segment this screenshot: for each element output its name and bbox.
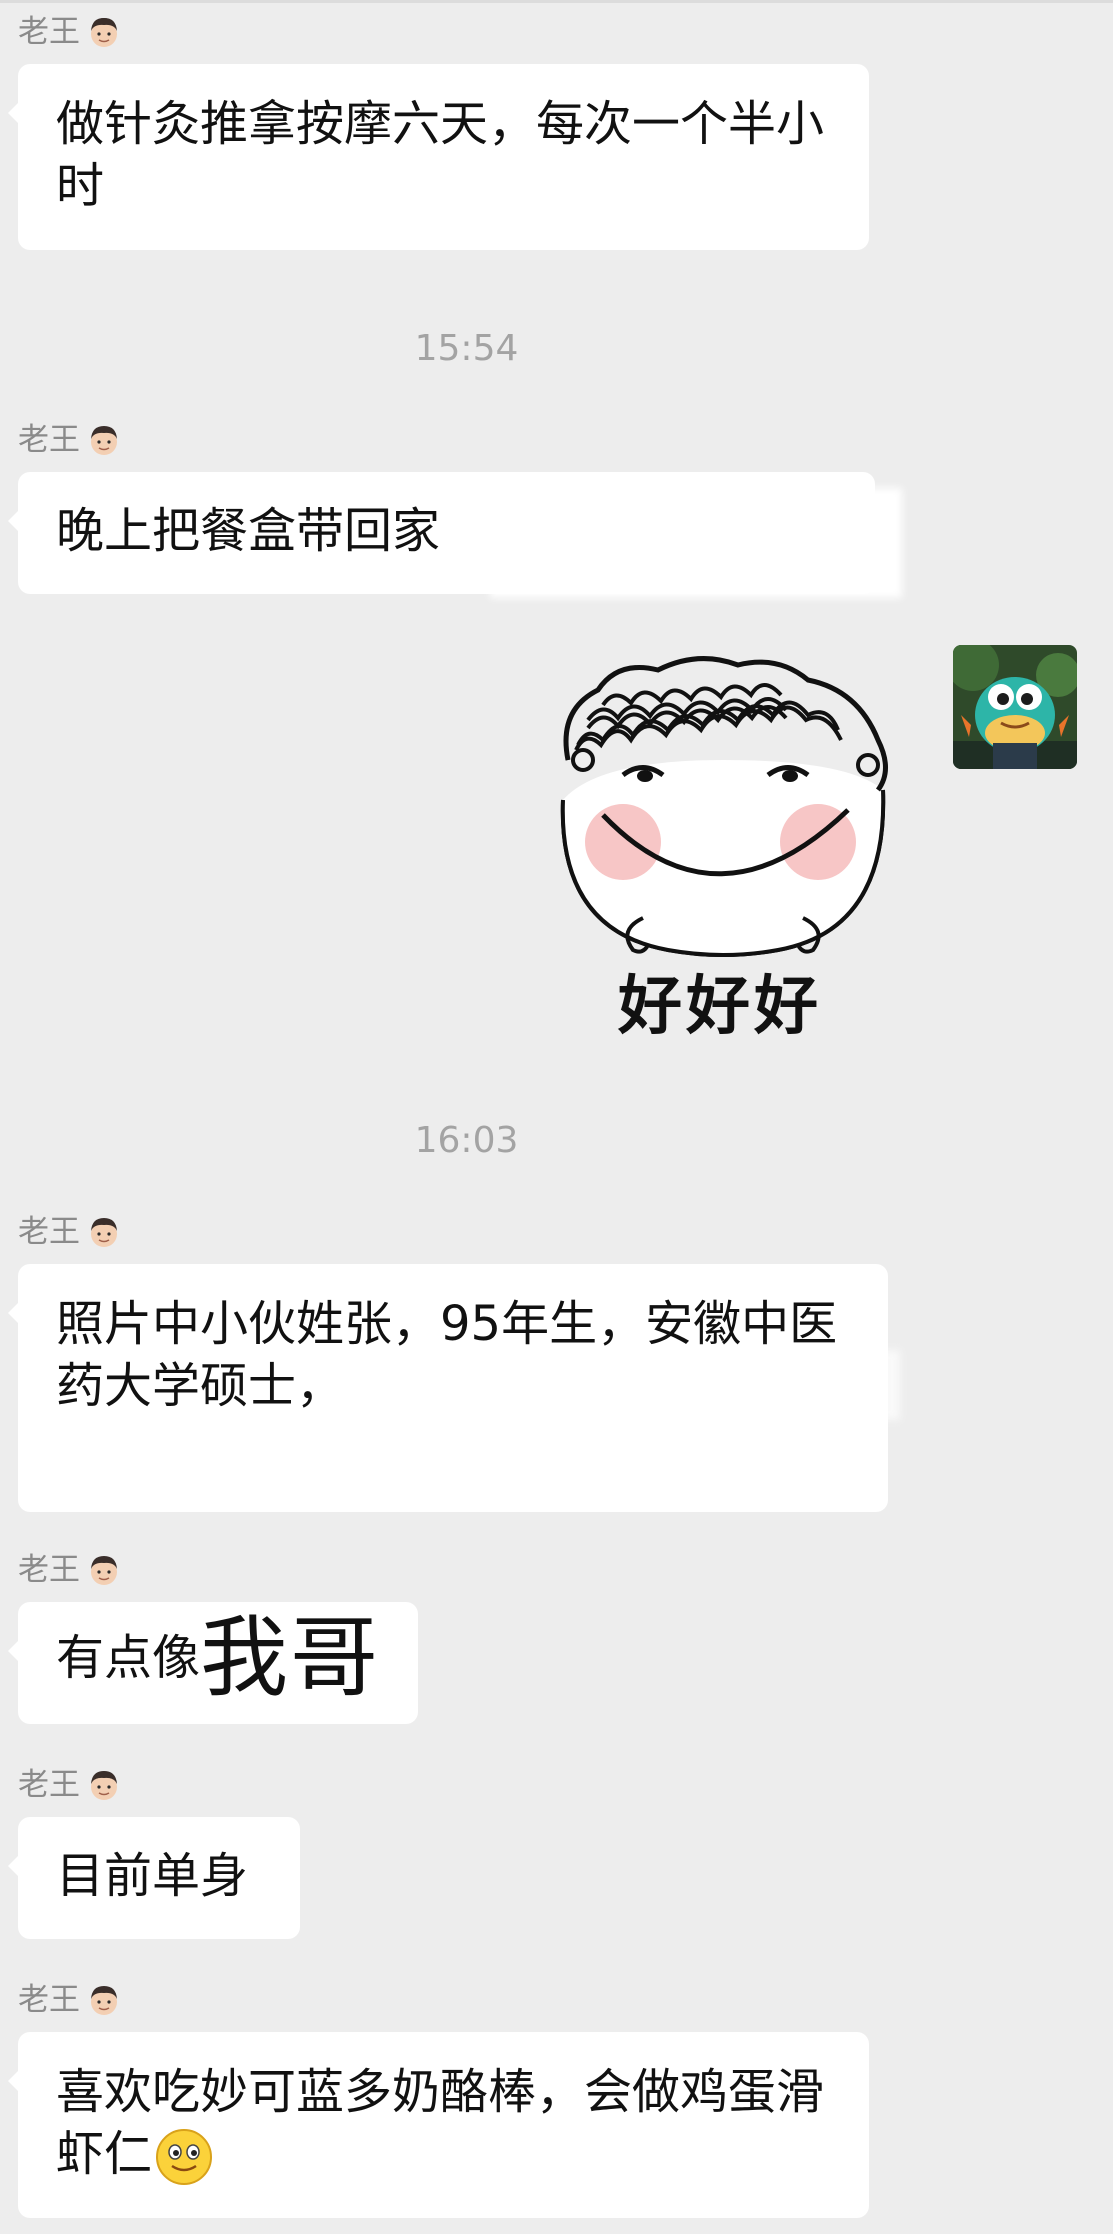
sender-name: 老王 [18,1767,80,1803]
sender-label: 老王 [18,1765,124,1805]
my-avatar[interactable] [953,645,1077,769]
message-bubble[interactable]: 目前单身 [8,1817,300,1939]
sender-face-icon[interactable] [84,420,124,460]
redaction-patch [490,488,902,598]
message-text: 目前单身 [56,1848,249,1904]
sender-label: 老王 [18,420,124,460]
message-text: 有点像 [56,1630,201,1686]
sender-label: 老王 [18,12,124,52]
message-bubble[interactable]: 做针灸推拿按摩六天，每次一个半小时 [8,64,869,250]
frog-avatar-icon [953,645,1077,769]
message-text: 晚上把餐盒带回家 [56,503,441,559]
sender-label: 老王 [18,1212,124,1252]
sticker-caption: 好好好 [618,970,822,1044]
smiling-face-icon [156,2129,213,2185]
message-bubble[interactable]: 喜欢吃妙可蓝多奶酪棒，会做鸡蛋滑虾仁 [8,2032,869,2218]
timestamp: 16:03 [414,1120,519,1161]
sender-face-icon[interactable] [84,1765,124,1805]
sender-label: 老王 [18,1980,124,2020]
sender-name: 老王 [18,1982,80,2018]
sender-name: 老王 [18,1214,80,1250]
sender-face-icon[interactable] [84,1212,124,1252]
sender-name: 老王 [18,1552,80,1588]
timestamp: 15:54 [414,328,519,369]
sender-name: 老王 [18,422,80,458]
message-bubble[interactable]: 有点像我哥 [8,1602,418,1724]
sender-label: 老王 [18,1550,124,1590]
redaction-patch [690,1350,900,1420]
sender-name: 老王 [18,14,80,50]
message-text: 做针灸推拿按摩六天，每次一个半小时 [56,96,825,214]
sender-face-icon[interactable] [84,1980,124,2020]
sender-face-icon[interactable] [84,1550,124,1590]
message-emphasis-text: 我哥 [200,1606,381,1709]
top-divider [0,0,1113,3]
sender-face-icon[interactable] [84,12,124,52]
